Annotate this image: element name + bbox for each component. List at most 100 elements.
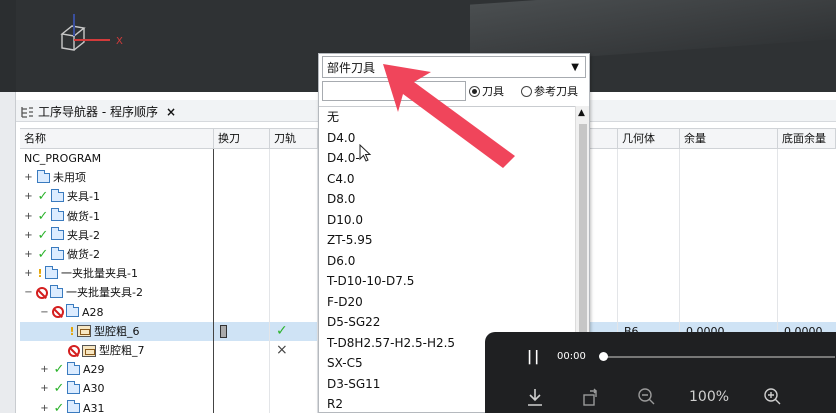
toolpath-ok-icon: ✓ — [276, 322, 288, 339]
row-label: A30 — [83, 382, 105, 396]
download-icon[interactable] — [525, 387, 545, 407]
folder-icon — [45, 265, 58, 279]
zoom-out-icon[interactable] — [637, 387, 657, 407]
tool-list-item[interactable]: ZT-5.95 — [319, 230, 575, 251]
radio-reference-label: 参考刀具 — [534, 85, 578, 98]
no-entry-icon — [68, 344, 80, 357]
tool-list-item[interactable]: D5-SG22 — [319, 312, 575, 333]
row-name-cell[interactable]: + ✓ 夹具-2 — [24, 226, 100, 245]
column-header-stock[interactable]: 余量 — [680, 129, 778, 149]
tool-list-item[interactable]: D4.0- — [319, 148, 575, 169]
expand-icon[interactable]: + — [24, 207, 33, 226]
check-icon: ✓ — [37, 247, 49, 262]
tool-list-item[interactable]: D4.0 — [319, 128, 575, 149]
tool-list-item[interactable]: C4.0 — [319, 169, 575, 190]
collapse-icon[interactable]: − — [40, 303, 49, 322]
row-name-cell[interactable]: − 一夹批量夹具-2 — [24, 283, 143, 302]
tool-source-select[interactable]: 部件刀具 ▼ — [322, 56, 586, 78]
zoom-level: 100% — [689, 389, 730, 405]
column-header-geometry[interactable]: 几何体 — [618, 129, 680, 149]
folder-icon — [51, 227, 64, 241]
close-icon[interactable]: × — [166, 105, 176, 119]
row-name-cell[interactable]: 型腔粗_7 — [56, 341, 145, 360]
check-icon: ✓ — [37, 227, 49, 243]
folder-icon — [50, 284, 63, 298]
column-header-name[interactable]: 名称 — [20, 129, 214, 149]
warning-icon: ! — [37, 267, 43, 281]
no-entry-icon — [36, 286, 48, 299]
row-name-cell[interactable]: + 未用项 — [24, 168, 86, 187]
expand-icon[interactable]: + — [40, 379, 49, 398]
tool-list-item[interactable]: D10.0 — [319, 210, 575, 231]
folder-icon — [51, 208, 64, 222]
expand-icon[interactable]: + — [24, 264, 33, 283]
row-label: 做货-2 — [67, 248, 100, 261]
row-name-cell[interactable]: − A28 — [40, 303, 104, 322]
row-name-cell[interactable]: + ✓ 做货-2 — [24, 245, 100, 264]
row-label: 夹具-1 — [67, 190, 100, 204]
expand-icon[interactable]: + — [24, 226, 33, 245]
tool-list-item[interactable]: T-D10-10-D7.5 — [319, 271, 575, 292]
check-icon: ✓ — [53, 362, 65, 378]
navigator-icon — [21, 106, 33, 118]
tool-filter-input[interactable] — [322, 81, 466, 101]
tool-list-item[interactable]: F-D20 — [319, 292, 575, 313]
radio-tool-dot[interactable] — [469, 85, 480, 97]
expand-icon[interactable]: + — [40, 399, 49, 413]
row-label: NC_PROGRAM — [24, 152, 102, 165]
row-name-cell[interactable]: + ✓ A29 — [40, 360, 105, 379]
toolpath-missing-icon: × — [276, 342, 288, 358]
video-progress-knob[interactable] — [599, 352, 608, 361]
tool-change-icon — [220, 324, 227, 338]
row-label: 夹具-2 — [67, 228, 100, 242]
row-name-cell[interactable]: + ✓ A31 — [40, 399, 105, 413]
folder-icon — [66, 304, 79, 318]
expand-icon[interactable]: + — [24, 245, 33, 264]
check-icon: ✓ — [37, 208, 49, 224]
tool-list-item[interactable]: D6.0 — [319, 251, 575, 272]
collapse-icon[interactable]: − — [24, 283, 33, 302]
tool-list-item[interactable]: 无 — [319, 107, 575, 128]
row-label: A29 — [83, 363, 105, 377]
row-name-cell[interactable]: + ✓ 夹具-1 — [24, 187, 100, 206]
wcs-triad-icon: X — [60, 14, 123, 51]
check-icon: ✓ — [53, 381, 65, 397]
operation-icon — [82, 344, 96, 357]
mouse-cursor-icon — [359, 144, 372, 162]
zoom-in-icon[interactable] — [763, 387, 783, 407]
check-icon: ✓ — [53, 400, 65, 413]
row-name-cell[interactable]: +! 一夹批量夹具-1 — [24, 264, 138, 283]
column-header-floor-stock[interactable]: 底面余量 — [778, 129, 836, 149]
tool-list-item[interactable]: D8.0 — [319, 189, 575, 210]
row-label: 未用项 — [53, 171, 86, 185]
expand-icon[interactable]: + — [40, 360, 49, 379]
row-label: 一夹批量夹具-1 — [61, 267, 138, 281]
row-label: 做货-1 — [67, 209, 100, 223]
row-name-cell[interactable]: NC_PROGRAM — [24, 149, 101, 168]
rotate-icon[interactable] — [581, 387, 601, 407]
video-time: 00:00 — [557, 351, 586, 362]
row-label: 型腔粗_6 — [94, 324, 140, 338]
column-header-tool-change[interactable]: 换刀 — [214, 129, 270, 149]
video-progress-track[interactable] — [603, 356, 835, 358]
row-name-cell[interactable]: + ✓ A30 — [40, 379, 105, 398]
row-name-cell[interactable]: ! 型腔粗_6 — [56, 322, 140, 341]
radio-tool[interactable]: 刀具 — [469, 83, 504, 99]
radio-reference-dot[interactable] — [521, 85, 532, 97]
column-header-toolpath[interactable]: 刀轨 — [270, 129, 318, 149]
row-label: 型腔粗_7 — [99, 344, 145, 357]
expand-icon[interactable]: + — [24, 187, 33, 206]
folder-icon — [67, 400, 80, 413]
scroll-up-icon[interactable]: ▲ — [578, 108, 585, 118]
no-entry-icon — [52, 306, 64, 319]
row-label: A31 — [83, 401, 105, 413]
pause-icon[interactable]: || — [527, 349, 541, 365]
x-axis-label: X — [116, 36, 123, 47]
radio-reference-tool[interactable]: 参考刀具 — [521, 83, 578, 99]
row-name-cell[interactable]: + ✓ 做货-1 — [24, 207, 100, 226]
chevron-down-icon[interactable]: ▼ — [571, 62, 579, 73]
warning-icon: ! — [69, 324, 75, 338]
tab-operation-navigator[interactable]: 工序导航器 - 程序顺序 × — [20, 102, 176, 121]
expand-icon[interactable]: + — [24, 168, 33, 187]
radio-tool-label: 刀具 — [482, 85, 504, 98]
